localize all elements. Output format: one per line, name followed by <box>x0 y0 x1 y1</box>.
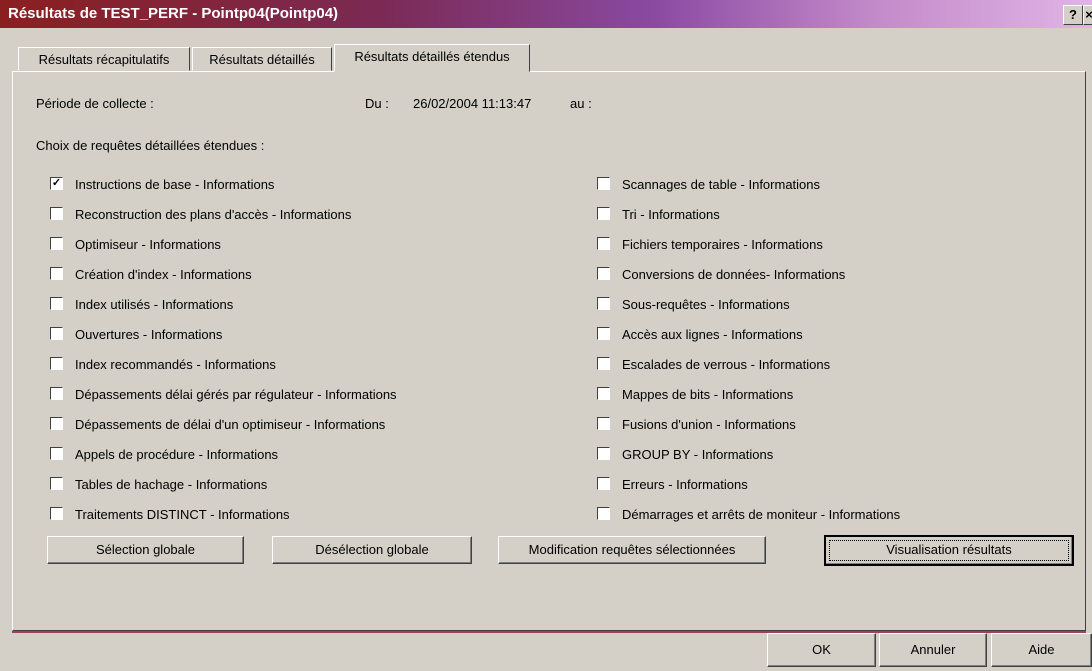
checkbox[interactable]: ✓ <box>50 177 63 190</box>
checkbox-label: Index recommandés - Informations <box>75 357 276 372</box>
checkbox-label: Optimiseur - Informations <box>75 237 221 252</box>
checkbox-label: Erreurs - Informations <box>622 477 748 492</box>
tab-summary-results[interactable]: Résultats récapitulatifs <box>18 47 190 71</box>
checkbox[interactable] <box>50 477 63 490</box>
checkbox[interactable] <box>597 417 610 430</box>
checkbox-label: Tri - Informations <box>622 207 720 222</box>
checkbox-label: Dépassements délai gérés par régulateur … <box>75 387 397 402</box>
window-title: Résultats de TEST_PERF - Pointp04(Pointp… <box>8 5 339 22</box>
checkbox-label: Fichiers temporaires - Informations <box>622 237 823 252</box>
checkbox-label: Tables de hachage - Informations <box>75 477 268 492</box>
checkbox-label: Instructions de base - Informations <box>75 177 275 192</box>
checkbox[interactable] <box>597 357 610 370</box>
checkbox[interactable] <box>597 387 610 400</box>
checkbox-label: Reconstruction des plans d'accès - Infor… <box>75 207 352 222</box>
checkbox[interactable] <box>50 357 63 370</box>
view-results-button[interactable]: Visualisation résultats <box>824 535 1074 566</box>
checkbox[interactable] <box>50 237 63 250</box>
checkbox-label: GROUP BY - Informations <box>622 447 774 462</box>
checkbox[interactable] <box>50 207 63 220</box>
ok-button[interactable]: OK <box>767 633 876 667</box>
checkbox-label: Traitements DISTINCT - Informations <box>75 507 290 522</box>
checkbox-label: Accès aux lignes - Informations <box>622 327 803 342</box>
checkbox[interactable] <box>597 327 610 340</box>
checkbox-label: Dépassements de délai d'un optimiseur - … <box>75 417 386 432</box>
checkbox-label: Scannages de table - Informations <box>622 177 821 192</box>
checkbox[interactable] <box>597 177 610 190</box>
tab-extended-detailed-results[interactable]: Résultats détaillés étendus <box>334 44 530 72</box>
select-all-button[interactable]: Sélection globale <box>47 536 244 564</box>
title-bar: Résultats de TEST_PERF - Pointp04(Pointp… <box>0 0 1092 28</box>
checkbox[interactable] <box>597 207 610 220</box>
checkbox[interactable] <box>597 477 610 490</box>
checkbox-label: Création d'index - Informations <box>75 267 252 282</box>
checkbox-label: Démarrages et arrêts de moniteur - Infor… <box>622 507 901 522</box>
checkbox[interactable] <box>50 507 63 520</box>
checkbox[interactable] <box>597 507 610 520</box>
checkbox-label: Sous-requêtes - Informations <box>622 297 790 312</box>
deselect-all-button[interactable]: Désélection globale <box>272 536 472 564</box>
checkbox[interactable] <box>597 297 610 310</box>
help-button[interactable]: ? <box>1063 5 1083 25</box>
checkbox[interactable] <box>50 327 63 340</box>
checkbox[interactable] <box>597 267 610 280</box>
checkbox-label: Appels de procédure - Informations <box>75 447 279 462</box>
checkbox-label: Fusions d'union - Informations <box>622 417 796 432</box>
checkbox-label: Index utilisés - Informations <box>75 297 234 312</box>
checkbox[interactable] <box>597 447 610 460</box>
checkbox[interactable] <box>50 387 63 400</box>
checkbox[interactable] <box>50 267 63 280</box>
close-button[interactable]: × <box>1083 5 1092 25</box>
checkbox-label: Ouvertures - Informations <box>75 327 223 342</box>
cancel-button[interactable]: Annuler <box>879 633 987 667</box>
choices-label: Choix de requêtes détaillées étendues : <box>36 138 265 153</box>
checkbox[interactable] <box>50 447 63 460</box>
period-label: Période de collecte : <box>36 96 154 111</box>
modify-selected-queries-button[interactable]: Modification requêtes sélectionnées <box>498 536 766 564</box>
view-results-button-label: Visualisation résultats <box>829 540 1069 561</box>
period-to-label: au : <box>570 96 592 111</box>
period-from-value: 26/02/2004 11:13:47 <box>413 96 532 111</box>
checkbox[interactable] <box>50 417 63 430</box>
period-from-label: Du : <box>365 96 389 111</box>
checkbox-label: Escalades de verrous - Informations <box>622 357 831 372</box>
checkbox[interactable] <box>597 237 610 250</box>
checkbox[interactable] <box>50 297 63 310</box>
checkbox-label: Conversions de données- Informations <box>622 267 846 282</box>
tab-detailed-results[interactable]: Résultats détaillés <box>192 47 332 71</box>
checkbox-label: Mappes de bits - Informations <box>622 387 794 402</box>
help-dialog-button[interactable]: Aide <box>991 633 1092 667</box>
